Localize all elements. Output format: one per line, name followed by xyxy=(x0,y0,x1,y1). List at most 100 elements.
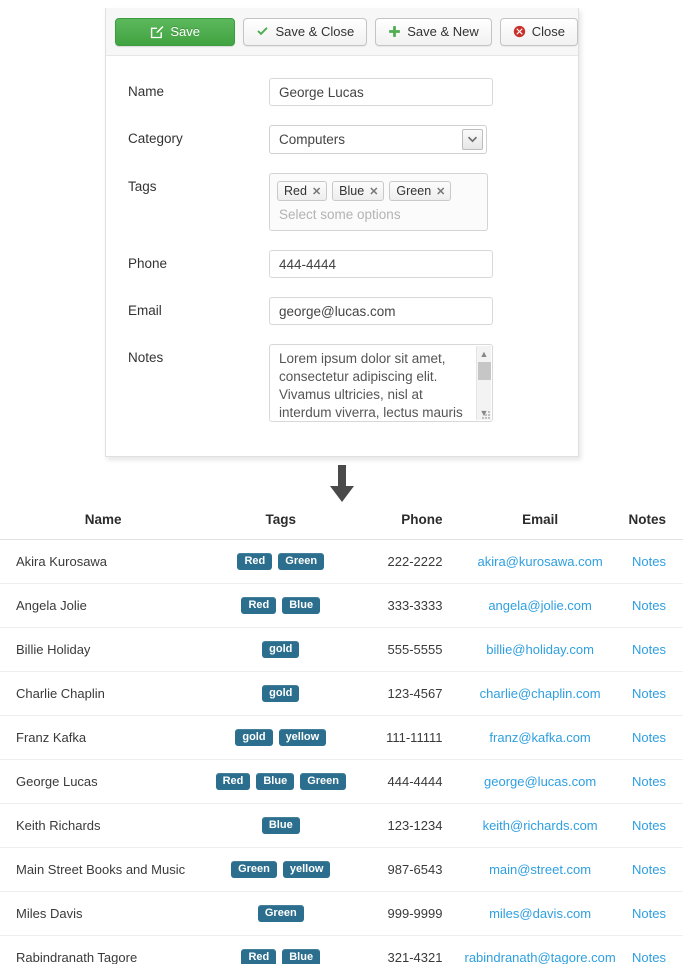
tag-badge: Green xyxy=(278,553,325,570)
cell-phone: 222-2222 xyxy=(355,539,465,584)
form-body: Name Category Computers Tags xyxy=(106,56,578,422)
cell-tags: Red Blue xyxy=(206,583,356,628)
notes-link[interactable]: Notes xyxy=(632,554,666,569)
column-header-phone[interactable]: Phone xyxy=(355,508,465,540)
tag-chip-label: Red xyxy=(284,184,307,198)
tags-multiselect[interactable]: Red ✕ Blue ✕ Green ✕ Select some options xyxy=(269,173,488,231)
tag-chip-list: Red ✕ Blue ✕ Green ✕ xyxy=(277,181,480,201)
cell-name: Angela Jolie xyxy=(0,583,207,628)
email-link[interactable]: keith@richards.com xyxy=(483,818,598,833)
table-row[interactable]: Franz Kafka gold yellow 111-11111 franz@kafk… xyxy=(0,715,683,760)
save-and-close-button[interactable]: Save & Close xyxy=(243,17,368,46)
cell-name: Akira Kurosawa xyxy=(0,539,207,584)
email-link[interactable]: charlie@chaplin.com xyxy=(480,686,601,701)
cell-notes: Notes xyxy=(615,935,683,964)
email-link[interactable]: main@street.com xyxy=(489,862,591,877)
table-row[interactable]: Angela Jolie Red Blue 333-3333 angela@jolie.… xyxy=(0,583,683,628)
category-select[interactable]: Computers xyxy=(269,125,487,154)
tag-badge-list: Green yellow xyxy=(206,861,355,878)
notes-link[interactable]: Notes xyxy=(632,730,666,745)
cell-notes: Notes xyxy=(615,715,683,760)
table-row[interactable]: Billie Holiday gold 555-5555 billie@holiday… xyxy=(0,627,683,672)
cell-phone: 555-5555 xyxy=(355,627,465,672)
cell-tags: gold yellow xyxy=(206,715,356,760)
plus-icon xyxy=(388,25,401,38)
tag-chip[interactable]: Red ✕ xyxy=(277,181,328,201)
chevron-down-icon[interactable] xyxy=(462,129,483,150)
table-row[interactable]: Akira Kurosawa Red Green 222-2222 akira@kuro… xyxy=(0,539,683,584)
field-row-notes: Notes Lorem ipsum dolor sit amet, consec… xyxy=(106,344,578,422)
notes-link[interactable]: Notes xyxy=(632,774,666,789)
notes-textarea[interactable]: Lorem ipsum dolor sit amet, consectetur … xyxy=(269,344,493,422)
cell-notes: Notes xyxy=(615,627,683,672)
cell-name: Charlie Chaplin xyxy=(0,671,207,716)
cell-tags: gold xyxy=(206,671,356,716)
tag-badge: gold xyxy=(262,685,300,702)
tag-badge: gold xyxy=(262,641,300,658)
field-row-email: Email xyxy=(106,297,578,325)
scrollbar-thumb[interactable] xyxy=(477,362,491,380)
cell-tags: Green yellow xyxy=(206,847,356,892)
tag-badge: Red xyxy=(241,949,277,964)
table-row[interactable]: Rabindranath Tagore Red Blue 321-4321 rabind… xyxy=(0,935,683,964)
phone-control xyxy=(269,250,493,278)
cell-name: Billie Holiday xyxy=(0,627,207,672)
cell-notes: Notes xyxy=(615,891,683,936)
tag-remove-icon[interactable]: ✕ xyxy=(312,185,321,198)
tag-chip[interactable]: Blue ✕ xyxy=(332,181,385,201)
notes-link[interactable]: Notes xyxy=(632,906,666,921)
email-link[interactable]: billie@holiday.com xyxy=(486,642,594,657)
column-header-notes[interactable]: Notes xyxy=(615,508,683,540)
cell-notes: Notes xyxy=(615,759,683,804)
tag-remove-icon[interactable]: ✕ xyxy=(436,185,445,198)
cell-phone: 987-6543 xyxy=(355,847,465,892)
table-row[interactable]: Charlie Chaplin gold 123-4567 charlie@chapl… xyxy=(0,671,683,716)
tags-label: Tags xyxy=(128,179,157,194)
notes-link[interactable]: Notes xyxy=(632,862,666,877)
table-row[interactable]: Miles Davis Green 999-9999 miles@davis.com N… xyxy=(0,891,683,936)
column-header-tags[interactable]: Tags xyxy=(206,508,356,540)
email-link[interactable]: rabindranath@tagore.com xyxy=(464,950,615,964)
column-header-email[interactable]: Email xyxy=(464,508,616,540)
category-selected-value: Computers xyxy=(279,132,346,147)
email-link[interactable]: franz@kafka.com xyxy=(489,730,590,745)
column-header-name[interactable]: Name xyxy=(0,508,207,540)
cell-email: angela@jolie.com xyxy=(464,583,616,628)
table-row[interactable]: Main Street Books and Music Green yellow 98… xyxy=(0,847,683,892)
save-button[interactable]: Save xyxy=(115,17,236,46)
close-button[interactable]: Close xyxy=(499,17,578,46)
tag-badge-list: gold xyxy=(206,685,355,702)
notes-scrollbar[interactable]: ▲ ▼ xyxy=(476,346,491,420)
phone-input[interactable] xyxy=(269,250,493,278)
email-label: Email xyxy=(128,303,162,318)
tags-placeholder[interactable]: Select some options xyxy=(277,206,480,224)
cell-tags: gold xyxy=(206,627,356,672)
field-row-name: Name xyxy=(106,78,578,106)
cell-email: akira@kurosawa.com xyxy=(464,539,616,584)
tag-chip[interactable]: Green ✕ xyxy=(389,181,452,201)
tag-badge: Green xyxy=(257,905,304,922)
tag-remove-icon[interactable]: ✕ xyxy=(369,185,378,198)
table-row[interactable]: George Lucas Red Blue Green 444-4444 george@l… xyxy=(0,759,683,804)
resize-grip-icon[interactable] xyxy=(481,410,490,419)
name-input[interactable] xyxy=(269,78,493,106)
field-row-category: Category Computers xyxy=(106,125,578,154)
tag-chip-label: Green xyxy=(396,184,432,198)
tag-badge: Blue xyxy=(282,949,321,964)
notes-link[interactable]: Notes xyxy=(632,686,666,701)
email-link[interactable]: angela@jolie.com xyxy=(488,598,592,613)
email-link[interactable]: akira@kurosawa.com xyxy=(478,554,603,569)
cell-email: charlie@chaplin.com xyxy=(464,671,616,716)
scroll-up-icon[interactable]: ▲ xyxy=(480,346,489,361)
tag-badge-list: gold yellow xyxy=(206,729,355,746)
save-and-new-button[interactable]: Save & New xyxy=(375,17,492,46)
notes-link[interactable]: Notes xyxy=(632,642,666,657)
email-input[interactable] xyxy=(269,297,493,325)
email-link[interactable]: george@lucas.com xyxy=(484,774,596,789)
cell-tags: Blue xyxy=(206,803,356,848)
notes-link[interactable]: Notes xyxy=(632,598,666,613)
email-link[interactable]: miles@davis.com xyxy=(489,906,591,921)
table-row[interactable]: Keith Richards Blue 123-1234 keith@richards… xyxy=(0,803,683,848)
notes-link[interactable]: Notes xyxy=(632,950,666,964)
notes-link[interactable]: Notes xyxy=(632,818,666,833)
